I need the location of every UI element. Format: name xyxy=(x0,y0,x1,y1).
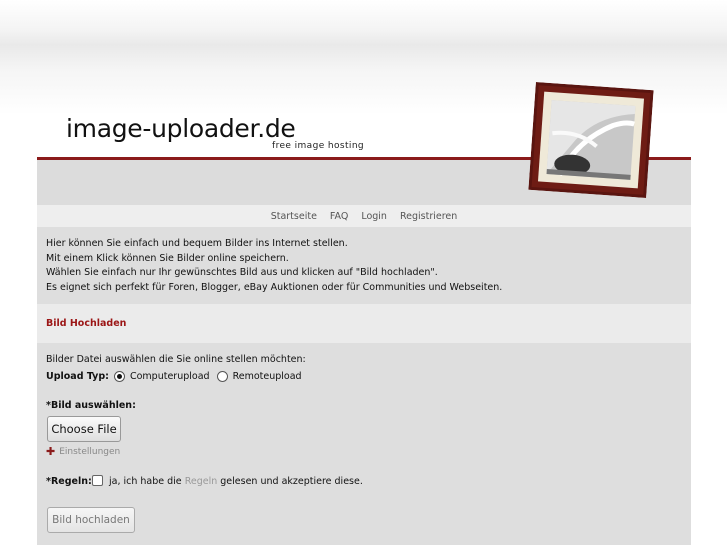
radio-computerupload[interactable] xyxy=(113,371,125,382)
intro-line: Es eignet sich perfekt für Foren, Blogge… xyxy=(46,281,503,293)
upload-submit-button[interactable]: Bild hochladen xyxy=(47,507,135,533)
settings-label[interactable]: Einstellungen xyxy=(59,447,120,457)
nav-faq[interactable]: FAQ xyxy=(330,211,348,222)
radio-remoteupload[interactable] xyxy=(216,371,228,382)
rules-link[interactable]: Regeln xyxy=(185,476,218,487)
plus-icon: ✚ xyxy=(46,445,56,458)
rules-text-after: gelesen und akzeptiere diese. xyxy=(220,476,363,487)
picture-frame-icon xyxy=(528,82,654,198)
rules-text: ja, ich habe die Regeln gelesen und akze… xyxy=(109,476,363,487)
radio-computerupload-label[interactable]: Computerupload xyxy=(130,371,210,382)
site-tagline: free image hosting xyxy=(272,141,365,151)
upload-type-row: Upload Typ: Computerupload Remoteupload xyxy=(46,371,302,382)
upload-type-label: Upload Typ: xyxy=(46,371,109,382)
upload-instruction: Bilder Datei auswählen die Sie online st… xyxy=(46,354,306,365)
main-nav: Startseite FAQ Login Registrieren xyxy=(37,205,691,227)
intro-line: Hier können Sie einfach und bequem Bilde… xyxy=(46,238,348,249)
rules-label: *Regeln: xyxy=(46,476,92,487)
intro-text: Hier können Sie einfach und bequem Bilde… xyxy=(46,237,502,295)
choose-file-button[interactable]: Choose File xyxy=(47,416,121,442)
nav-startseite[interactable]: Startseite xyxy=(271,211,317,222)
section-title: Bild Hochladen xyxy=(46,318,127,329)
file-label: *Bild auswählen: xyxy=(46,400,136,411)
nav-registrieren[interactable]: Registrieren xyxy=(400,211,457,222)
intro-line: Mit einem Klick können Sie Bilder online… xyxy=(46,252,289,264)
settings-toggle[interactable]: ✚ Einstellungen xyxy=(46,445,120,458)
nav-login[interactable]: Login xyxy=(361,211,387,222)
rules-checkbox[interactable] xyxy=(92,475,103,486)
upload-section-header xyxy=(37,304,691,343)
intro-line: Wählen Sie einfach nur Ihr gewünschtes B… xyxy=(46,267,438,278)
site-logo[interactable]: image-uploader.de xyxy=(66,114,296,143)
radio-remoteupload-label[interactable]: Remoteupload xyxy=(233,371,302,382)
rules-text-before: ja, ich habe die xyxy=(109,476,182,487)
